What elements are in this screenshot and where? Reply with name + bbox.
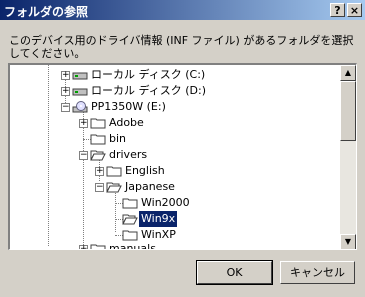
scroll-down-button[interactable]: ▼ bbox=[340, 234, 356, 249]
close-button[interactable]: × bbox=[347, 3, 362, 17]
tree-item-manuals[interactable]: + manuals bbox=[10, 241, 340, 250]
folder-open-icon bbox=[122, 214, 138, 225]
folder-icon bbox=[122, 230, 138, 241]
folder-tree-rows: + ローカル ディスク (C:) + ローカル ディスク (D:) − PP13… bbox=[10, 65, 342, 250]
tree-item-bin[interactable]: bin bbox=[10, 131, 340, 147]
cancel-button[interactable]: キャンセル bbox=[280, 261, 355, 284]
tree-item-label: PP1350W (E:) bbox=[91, 100, 166, 113]
dialog-description: このデバイス用のドライバ情報 (INF ファイル) があるフォルダを選択してくだ… bbox=[9, 34, 354, 60]
ok-button[interactable]: OK bbox=[196, 260, 273, 285]
expand-icon[interactable]: + bbox=[79, 119, 88, 128]
tree-item-win9x[interactable]: Win9x bbox=[10, 211, 340, 227]
arrow-up-icon: ▲ bbox=[344, 68, 352, 77]
vertical-scrollbar[interactable]: ▲ ▼ bbox=[340, 65, 356, 249]
expand-icon[interactable]: + bbox=[61, 71, 70, 80]
folder-icon bbox=[90, 134, 106, 145]
drive-icon bbox=[72, 72, 88, 80]
tree-item-label: English bbox=[125, 164, 165, 177]
tree-item-label: ローカル ディスク (D:) bbox=[91, 84, 206, 97]
expand-icon[interactable]: + bbox=[61, 87, 70, 96]
folder-open-icon bbox=[106, 182, 122, 193]
folder-icon bbox=[90, 244, 106, 249]
tree-item-english[interactable]: + English bbox=[10, 163, 340, 179]
tree-item-label: drivers bbox=[109, 148, 148, 161]
tree-item-drivers[interactable]: − drivers bbox=[10, 147, 340, 163]
folder-icon bbox=[90, 118, 106, 129]
tree-item-adobe[interactable]: + Adobe bbox=[10, 115, 340, 131]
folder-open-icon bbox=[90, 150, 106, 161]
close-icon: × bbox=[349, 4, 360, 17]
collapse-icon[interactable]: − bbox=[95, 183, 104, 192]
arrow-down-icon: ▼ bbox=[344, 237, 352, 246]
tree-item-label: Japanese bbox=[125, 180, 175, 193]
expand-icon[interactable]: + bbox=[95, 167, 104, 176]
scroll-thumb[interactable] bbox=[340, 81, 356, 141]
tree-item-label: Win9x bbox=[139, 211, 178, 227]
tree-item-label: bin bbox=[109, 132, 127, 145]
tree-item-win2000[interactable]: Win2000 bbox=[10, 195, 340, 211]
cd-drive-icon bbox=[72, 101, 88, 113]
tree-item-pp1350w[interactable]: − PP1350W (E:) bbox=[10, 99, 340, 115]
scroll-up-button[interactable]: ▲ bbox=[340, 65, 356, 81]
tree-item-local-disk-d[interactable]: + ローカル ディスク (D:) bbox=[10, 83, 340, 99]
collapse-icon[interactable]: − bbox=[79, 151, 88, 160]
collapse-icon[interactable]: − bbox=[61, 103, 70, 112]
tree-item-label: Win2000 bbox=[141, 196, 190, 209]
folder-tree[interactable]: + ローカル ディスク (C:) + ローカル ディスク (D:) − PP13… bbox=[8, 63, 357, 250]
drive-icon bbox=[72, 88, 88, 96]
help-icon: ? bbox=[334, 4, 341, 17]
help-button[interactable]: ? bbox=[330, 3, 345, 17]
title-bar: フォルダの参照 ? × bbox=[0, 0, 365, 20]
folder-icon bbox=[106, 166, 122, 177]
tree-item-local-disk-c[interactable]: + ローカル ディスク (C:) bbox=[10, 67, 340, 83]
expand-icon[interactable]: + bbox=[79, 245, 88, 249]
folder-icon bbox=[122, 198, 138, 209]
tree-item-label: manuals bbox=[109, 242, 156, 250]
tree-item-japanese[interactable]: − Japanese bbox=[10, 179, 340, 195]
tree-item-label: Adobe bbox=[109, 116, 144, 129]
tree-item-label: ローカル ディスク (C:) bbox=[91, 68, 206, 81]
window-title: フォルダの参照 bbox=[4, 5, 89, 19]
